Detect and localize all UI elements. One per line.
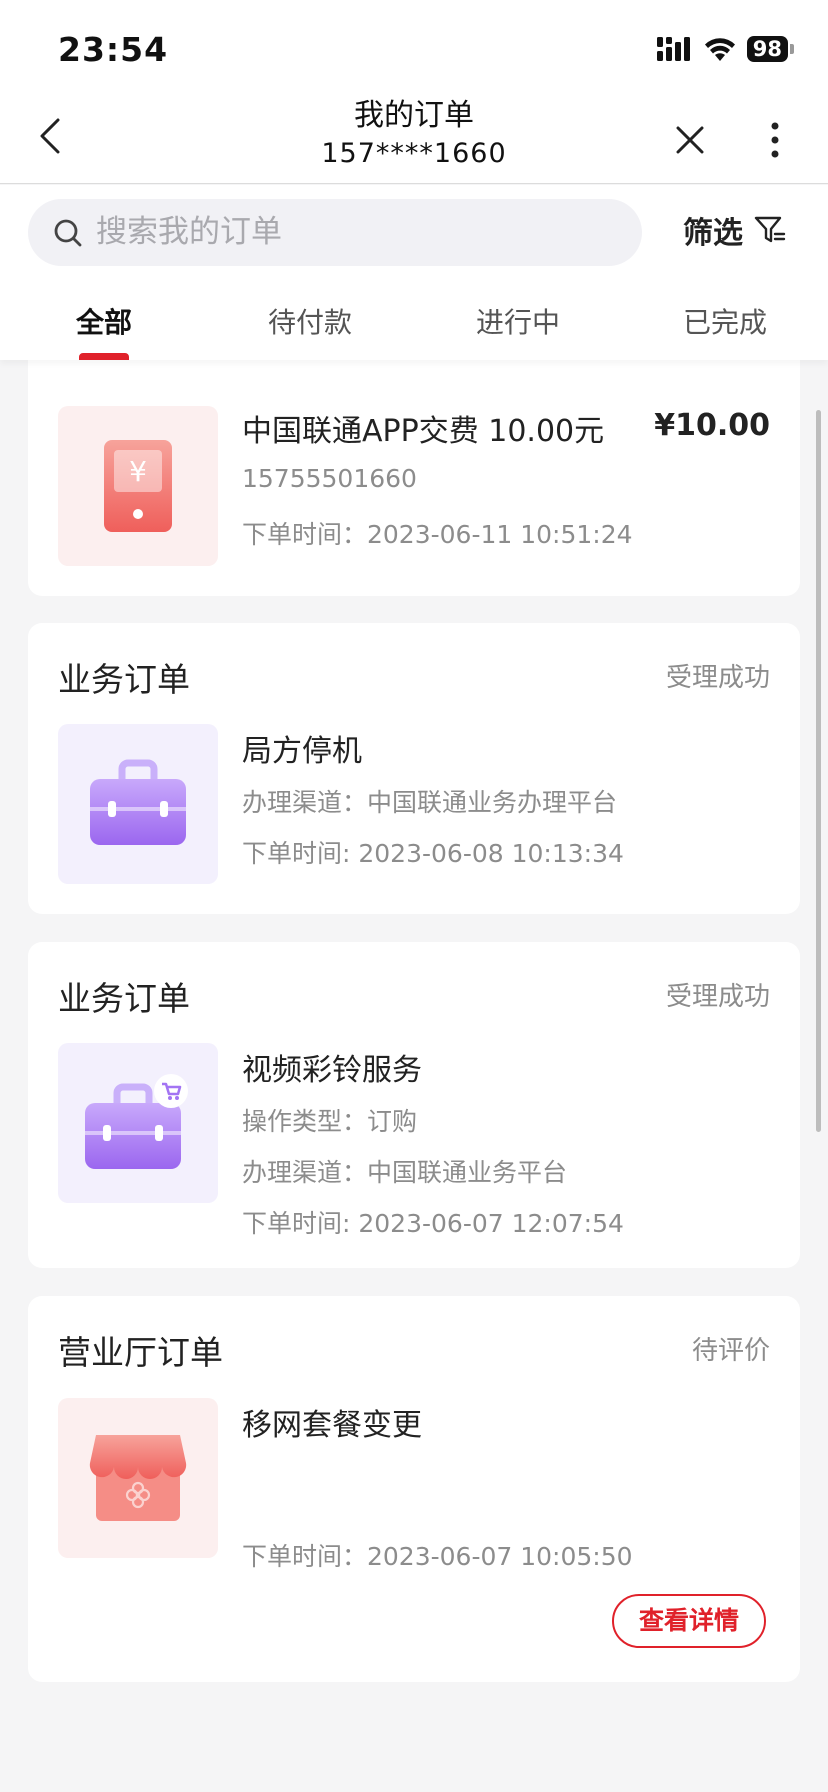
nav-bar: 我的订单 157****1660 <box>0 96 828 184</box>
order-time: 下单时间: 2023-06-08 10:13:34 <box>242 839 624 868</box>
wifi-icon <box>704 38 735 61</box>
order-title: 视频彩铃服务 <box>242 1053 422 1088</box>
status-icons: 98 <box>656 34 794 64</box>
order-list[interactable]: 交费订单 成功 ¥ 中国联通APP交费 10.00元 ¥10.00 157555… <box>0 360 828 1792</box>
order-phone-number: 15755501660 <box>242 464 417 493</box>
order-card[interactable]: 交费订单 成功 ¥ 中国联通APP交费 10.00元 ¥10.00 157555… <box>28 360 800 596</box>
filter-icon <box>754 216 786 243</box>
scrollbar[interactable] <box>816 410 821 1132</box>
order-card[interactable]: 营业厅订单 待评价 移网套餐变更 下单时间：2023-06-07 10:05:5… <box>28 1296 800 1682</box>
order-time: 下单时间：2023-06-07 10:05:50 <box>242 1542 633 1571</box>
tab-bar: 全部 待付款 进行中 已完成 <box>0 275 828 360</box>
order-card[interactable]: 业务订单 受理成功 视频彩铃服务 操作类型：订购 办理渠道：中国联通业务平台 下… <box>28 942 800 1268</box>
order-price: ¥10.00 <box>654 408 770 443</box>
order-type: 业务订单 <box>58 660 190 699</box>
order-title: 移网套餐变更 <box>242 1408 422 1443</box>
order-type: 业务订单 <box>58 979 190 1018</box>
tab-pending-payment[interactable]: 待付款 <box>268 301 352 341</box>
filter-button[interactable]: 筛选 <box>683 205 787 255</box>
order-thumbnail <box>58 724 218 884</box>
search-area: 搜索我的订单 筛选 <box>0 185 828 275</box>
more-vertical-icon[interactable] <box>760 118 790 162</box>
order-time: 下单时间: 2023-06-07 12:07:54 <box>242 1209 624 1238</box>
order-card[interactable]: 业务订单 受理成功 局方停机 办理渠道：中国联通业务办理平台 下单时间: 202… <box>28 623 800 914</box>
tab-active-indicator <box>79 353 129 360</box>
order-status: 受理成功 <box>665 663 770 693</box>
order-status: 受理成功 <box>665 982 770 1012</box>
view-details-button[interactable]: 查看详情 <box>612 1594 766 1648</box>
filter-label: 筛选 <box>683 216 743 251</box>
order-thumbnail: ¥ <box>58 406 218 566</box>
tab-completed[interactable]: 已完成 <box>683 301 767 341</box>
phone-payment-icon: ¥ <box>104 440 172 532</box>
status-bar: 23:54 98 <box>0 0 828 96</box>
order-time: 下单时间：2023-06-11 10:51:24 <box>242 520 633 549</box>
svg-text:¥: ¥ <box>129 455 147 488</box>
cellular-signal-icon <box>656 37 690 61</box>
order-title: 中国联通APP交费 10.00元 <box>242 414 605 449</box>
order-thumbnail <box>58 1043 218 1203</box>
search-icon <box>54 219 82 247</box>
order-title: 局方停机 <box>242 734 362 769</box>
order-channel: 办理渠道：中国联通业务平台 <box>242 1158 568 1187</box>
battery-nub <box>790 44 794 54</box>
tab-in-progress[interactable]: 进行中 <box>476 301 560 341</box>
search-placeholder: 搜索我的订单 <box>96 214 282 250</box>
close-icon[interactable] <box>670 120 710 160</box>
order-type: 营业厅订单 <box>58 1333 223 1372</box>
store-icon <box>89 1435 187 1521</box>
briefcase-cart-icon <box>85 1074 188 1169</box>
briefcase-icon <box>90 759 186 845</box>
order-operation-type: 操作类型：订购 <box>242 1107 418 1136</box>
battery-icon: 98 <box>746 36 788 62</box>
order-thumbnail <box>58 1398 218 1558</box>
order-channel: 办理渠道：中国联通业务办理平台 <box>242 788 618 817</box>
tab-all[interactable]: 全部 <box>76 301 132 341</box>
order-status: 待评价 <box>691 1336 770 1366</box>
search-input[interactable]: 搜索我的订单 <box>28 199 642 266</box>
status-time: 23:54 <box>58 30 169 69</box>
